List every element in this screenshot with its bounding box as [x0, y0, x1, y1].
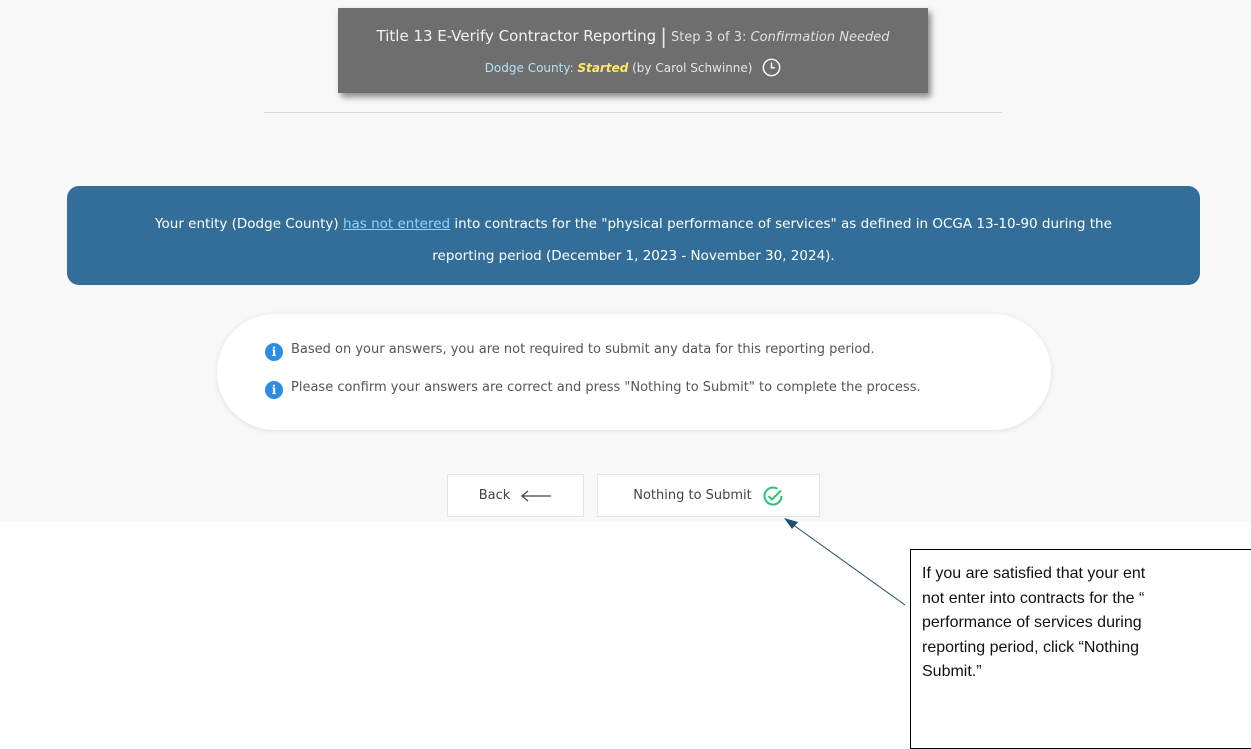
- callout-note: If you are satisfied that your ent not e…: [910, 549, 1251, 749]
